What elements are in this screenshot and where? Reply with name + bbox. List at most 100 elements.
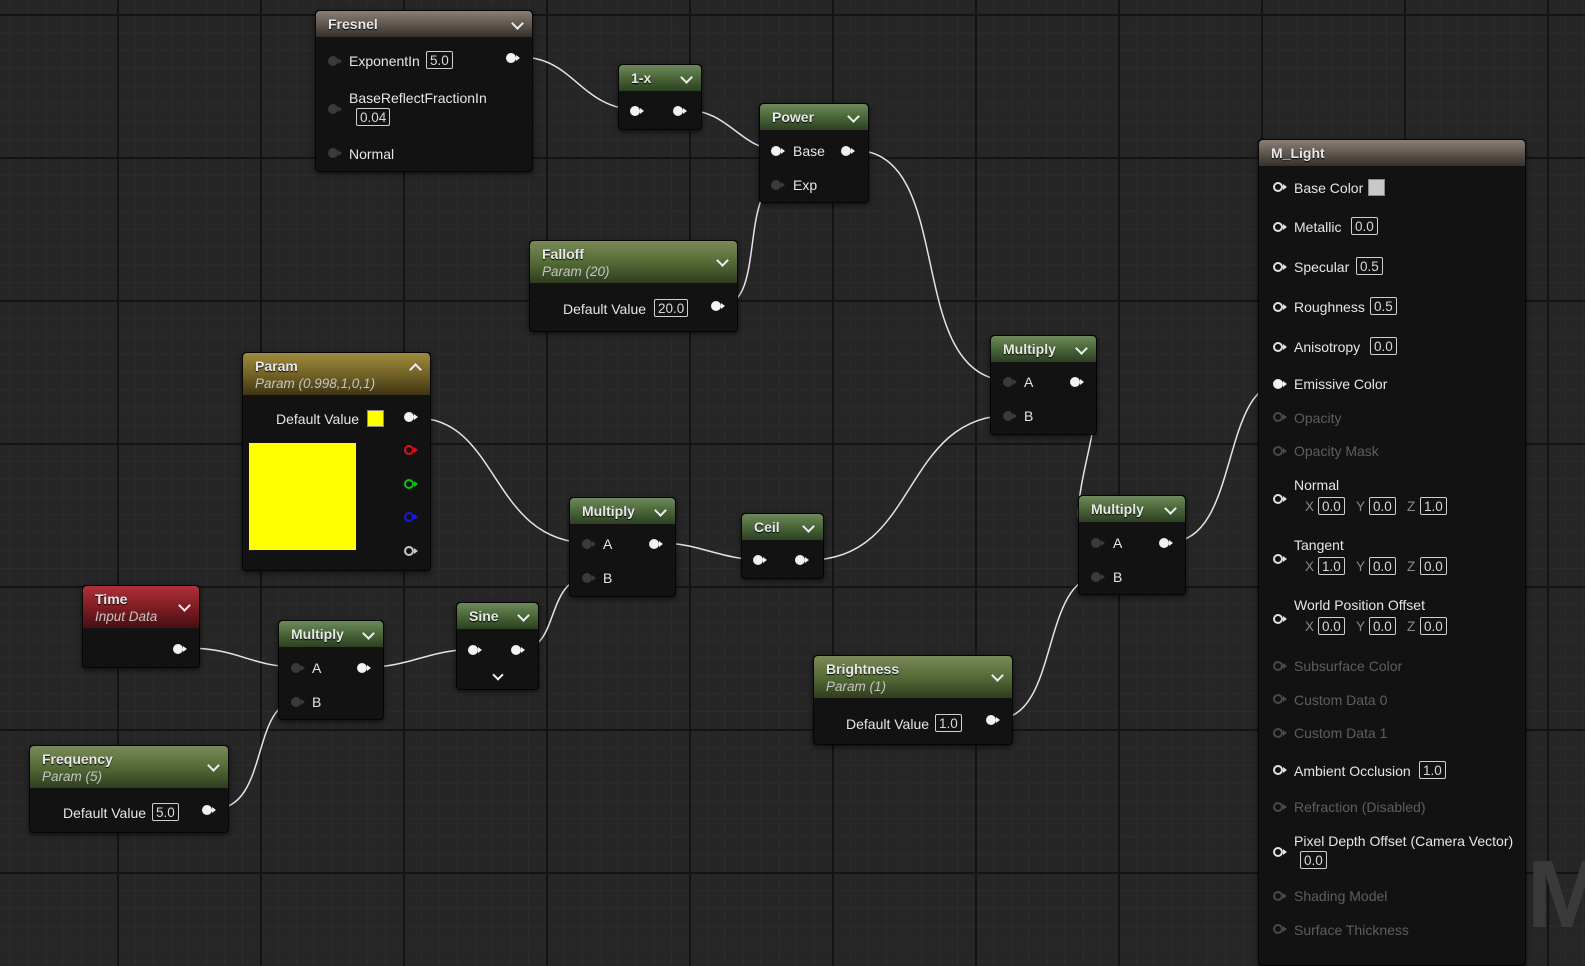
one-minus-node[interactable]: 1-x <box>618 64 702 130</box>
subsurface-color-pin[interactable] <box>1273 661 1287 671</box>
chevron-down-icon[interactable] <box>362 627 375 640</box>
wpo-z-field[interactable]: 0.0 <box>1420 617 1447 635</box>
roughness-pin[interactable] <box>1273 302 1287 312</box>
chevron-down-icon[interactable] <box>1164 502 1177 515</box>
custom-data-0-pin[interactable] <box>1273 694 1287 704</box>
multiply-right-header[interactable]: Multiply <box>1079 496 1185 522</box>
one-minus-header[interactable]: 1-x <box>619 65 701 91</box>
ceil-node[interactable]: Ceil <box>741 513 824 579</box>
anisotropy-value-field[interactable]: 0.0 <box>1370 337 1397 355</box>
chevron-up-icon[interactable] <box>409 363 422 376</box>
ambient-occlusion-value-field[interactable]: 1.0 <box>1419 761 1446 779</box>
anisotropy-pin[interactable] <box>1273 342 1287 352</box>
specular-pin[interactable] <box>1273 262 1287 272</box>
default-value-field[interactable]: 1.0 <box>935 714 962 732</box>
sine-header[interactable]: Sine <box>457 603 538 629</box>
power-base-input-pin[interactable] <box>771 146 785 156</box>
param-g-output-pin[interactable] <box>404 479 418 489</box>
pixel-depth-offset-pin[interactable] <box>1273 847 1287 857</box>
world-position-offset-pin[interactable] <box>1273 614 1287 624</box>
normal-y-field[interactable]: 0.0 <box>1369 497 1396 515</box>
chevron-down-icon[interactable] <box>511 17 524 30</box>
custom-data-1-pin[interactable] <box>1273 728 1287 738</box>
param-rgb-output-pin[interactable] <box>404 412 418 422</box>
emissive-color-pin[interactable] <box>1273 379 1287 389</box>
multiply-top-a-pin[interactable] <box>1003 377 1017 387</box>
power-node[interactable]: Power Base Exp <box>759 103 869 203</box>
normal-z-field[interactable]: 1.0 <box>1420 497 1447 515</box>
pixel-depth-offset-value-field[interactable]: 0.0 <box>1300 851 1327 869</box>
one-minus-output-pin[interactable] <box>673 106 687 116</box>
tangent-z-field[interactable]: 0.0 <box>1420 557 1447 575</box>
multiply-mid-header[interactable]: Multiply <box>570 498 675 524</box>
sine-node[interactable]: Sine <box>456 602 539 690</box>
power-output-pin[interactable] <box>841 146 855 156</box>
sine-output-pin[interactable] <box>511 645 525 655</box>
tangent-y-field[interactable]: 0.0 <box>1369 557 1396 575</box>
multiply-top-node[interactable]: Multiply A B <box>990 335 1097 435</box>
opacity-mask-pin[interactable] <box>1273 446 1287 456</box>
multiply-left-node[interactable]: Multiply A B <box>278 620 384 720</box>
ceil-header[interactable]: Ceil <box>742 514 823 540</box>
multiply-mid-b-pin[interactable] <box>582 573 596 583</box>
param-b-output-pin[interactable] <box>404 512 418 522</box>
chevron-down-icon[interactable] <box>847 110 860 123</box>
base-reflect-input-pin[interactable] <box>328 104 342 114</box>
power-exp-input-pin[interactable] <box>771 180 785 190</box>
param-color-node[interactable]: Param Param (0.998,1,0,1) Default Value <box>242 352 431 571</box>
wpo-y-field[interactable]: 0.0 <box>1369 617 1396 635</box>
multiply-left-header[interactable]: Multiply <box>279 621 383 647</box>
fresnel-header[interactable]: Fresnel <box>316 11 532 37</box>
base-color-pin[interactable] <box>1273 182 1287 192</box>
exponent-input-pin[interactable] <box>328 56 342 66</box>
chevron-down-icon[interactable] <box>680 71 693 84</box>
frequency-header[interactable]: Frequency Param (5) <box>30 746 228 788</box>
multiply-right-a-pin[interactable] <box>1091 538 1105 548</box>
specular-value-field[interactable]: 0.5 <box>1356 257 1383 275</box>
chevron-down-icon[interactable] <box>1075 342 1088 355</box>
param-r-output-pin[interactable] <box>404 445 418 455</box>
normal-x-field[interactable]: 0.0 <box>1318 497 1345 515</box>
normal-pin[interactable] <box>1273 494 1287 504</box>
material-output-node[interactable]: M_Light Base Color Metallic 0.0 Specular… <box>1258 139 1526 966</box>
frequency-output-pin[interactable] <box>202 805 216 815</box>
ambient-occlusion-pin[interactable] <box>1273 765 1287 775</box>
falloff-output-pin[interactable] <box>711 301 725 311</box>
time-node[interactable]: Time Input Data <box>82 585 200 668</box>
multiply-mid-a-pin[interactable] <box>582 539 596 549</box>
falloff-header[interactable]: Falloff Param (20) <box>530 241 737 283</box>
fresnel-output-pin[interactable] <box>506 53 520 63</box>
chevron-down-icon[interactable] <box>802 520 815 533</box>
roughness-value-field[interactable]: 0.5 <box>1370 297 1397 315</box>
multiply-mid-node[interactable]: Multiply A B <box>569 497 676 597</box>
multiply-right-node[interactable]: Multiply A B <box>1078 495 1186 595</box>
sine-input-pin[interactable] <box>468 645 482 655</box>
material-header[interactable]: M_Light <box>1259 140 1525 166</box>
tangent-x-field[interactable]: 1.0 <box>1318 557 1345 575</box>
wpo-x-field[interactable]: 0.0 <box>1318 617 1345 635</box>
normal-input-pin[interactable] <box>328 148 342 158</box>
ceil-input-pin[interactable] <box>753 555 767 565</box>
falloff-node[interactable]: Falloff Param (20) Default Value 20.0 <box>529 240 738 332</box>
param-a-output-pin[interactable] <box>404 546 418 556</box>
chevron-down-icon[interactable] <box>654 504 667 517</box>
default-value-field[interactable]: 5.0 <box>152 803 179 821</box>
time-output-pin[interactable] <box>173 644 187 654</box>
opacity-pin[interactable] <box>1273 412 1287 422</box>
ceil-output-pin[interactable] <box>795 555 809 565</box>
brightness-output-pin[interactable] <box>986 715 1000 725</box>
tangent-pin[interactable] <box>1273 554 1287 564</box>
refraction-pin[interactable] <box>1273 802 1287 812</box>
multiply-left-a-pin[interactable] <box>291 663 305 673</box>
frequency-node[interactable]: Frequency Param (5) Default Value 5.0 <box>29 745 229 833</box>
expand-chevron-icon[interactable] <box>492 669 504 681</box>
default-value-field[interactable]: 20.0 <box>654 299 689 317</box>
time-header[interactable]: Time Input Data <box>83 586 199 628</box>
base-reflect-value-field[interactable]: 0.04 <box>356 108 391 126</box>
fresnel-node[interactable]: Fresnel ExponentIn 5.0 BaseReflectFracti… <box>315 10 533 172</box>
multiply-right-output-pin[interactable] <box>1159 538 1173 548</box>
multiply-left-b-pin[interactable] <box>291 697 305 707</box>
default-color-swatch[interactable] <box>367 410 384 427</box>
param-color-header[interactable]: Param Param (0.998,1,0,1) <box>243 353 430 395</box>
multiply-top-header[interactable]: Multiply <box>991 336 1096 362</box>
